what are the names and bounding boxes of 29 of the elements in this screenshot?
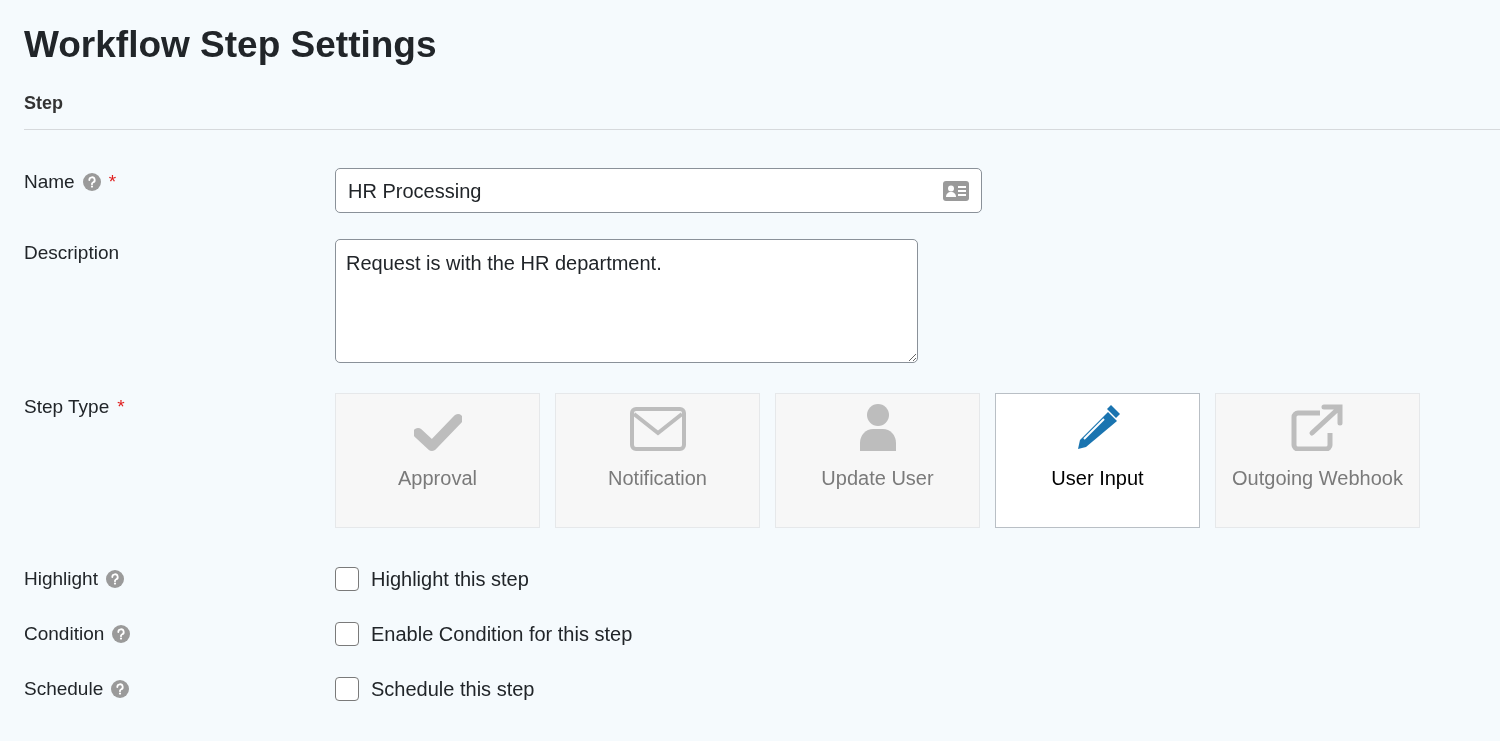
user-icon (857, 403, 898, 452)
checkbox-label: Schedule this step (371, 677, 535, 703)
field-label: Schedule (24, 677, 104, 701)
field-label: Condition (24, 622, 105, 646)
checkbox-label: Highlight this step (371, 567, 529, 593)
checkbox-label: Enable Condition for this step (371, 622, 633, 648)
field-label: Name (24, 170, 75, 194)
section-heading: Step (24, 93, 63, 114)
step-type-option[interactable]: Notification (555, 393, 760, 529)
field-label: Description (24, 241, 120, 265)
step-type-option[interactable]: User Input (995, 393, 1200, 529)
checkmark-icon (413, 413, 462, 452)
step-type-option[interactable]: Approval (335, 393, 540, 529)
checkbox[interactable] (335, 567, 359, 592)
page-title: Workflow Step Settings (24, 23, 438, 67)
external-link-icon (1289, 403, 1346, 452)
checkbox[interactable] (335, 622, 359, 647)
field-label: Highlight (24, 567, 98, 591)
name-field[interactable]: HR Processing (335, 168, 982, 214)
description-field[interactable]: Request is with the HR department. (335, 239, 918, 364)
id-card-icon (943, 180, 969, 201)
required-marker: * (108, 170, 117, 194)
name-input[interactable]: HR Processing (348, 175, 943, 206)
step-type-option[interactable]: Outgoing Webhook (1215, 393, 1420, 529)
field-label: Step Type (24, 395, 110, 419)
checkbox[interactable] (335, 677, 359, 702)
required-marker: * (117, 395, 125, 419)
envelope-icon (629, 407, 686, 452)
step-type-option[interactable]: Update User (775, 393, 980, 529)
